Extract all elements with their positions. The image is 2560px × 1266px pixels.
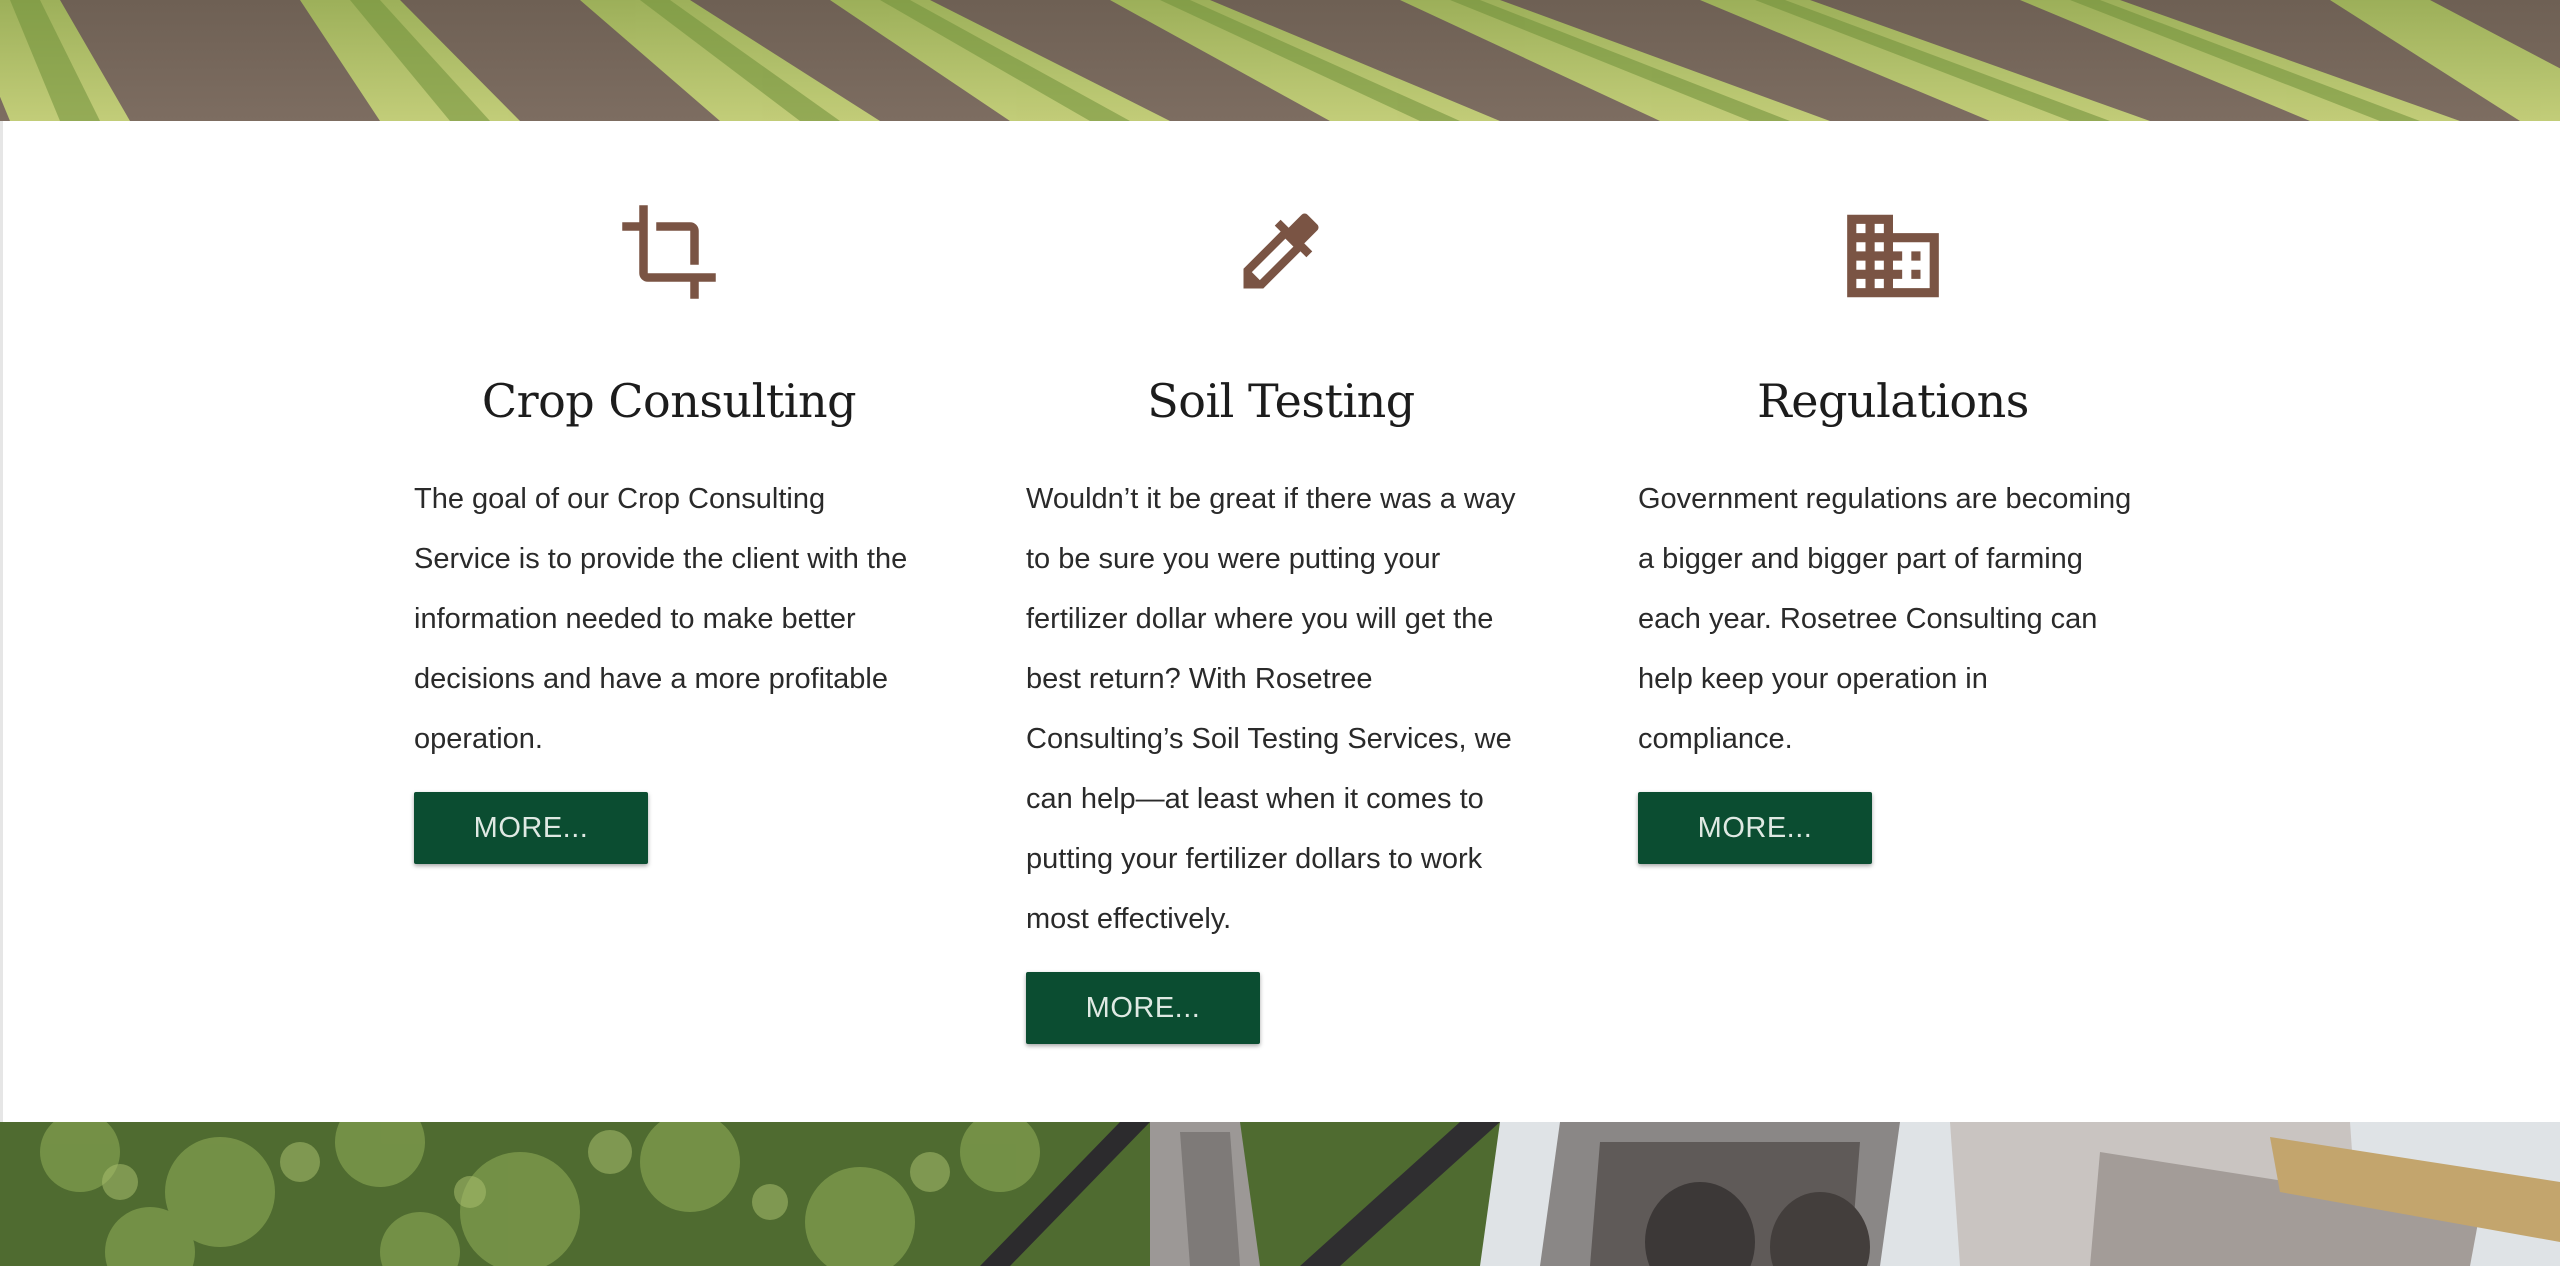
eyedropper-icon (1243, 213, 1319, 289)
service-description: Government regulations are becoming a bi… (1638, 483, 2132, 755)
service-icon-container (1638, 201, 2148, 311)
page-edge-divider (0, 121, 3, 1122)
service-description: The goal of our Crop Consulting Service … (414, 483, 908, 755)
more-button-regulations[interactable]: MORE... (1638, 792, 1872, 864)
service-description: Wouldn’t it be great if there was a way … (1026, 483, 1516, 935)
bottom-banner-image (0, 1122, 2560, 1266)
farm-machinery-photo (0, 1122, 2560, 1266)
service-icon-container (414, 201, 924, 311)
service-title: Soil Testing (1147, 374, 1415, 428)
service-title: Crop Consulting (481, 374, 857, 428)
building-icon (1847, 214, 1939, 298)
more-button-soil-testing[interactable]: MORE... (1026, 972, 1260, 1044)
service-title: Regulations (1757, 374, 2029, 428)
crop-field-rows-photo (0, 0, 2560, 121)
more-button-crop-consulting[interactable]: MORE... (414, 792, 648, 864)
top-banner-image (0, 0, 2560, 121)
services-section: Crop Consulting The goal of our Crop Con… (0, 121, 2560, 1122)
service-icon-container (1026, 201, 1536, 311)
crop-icon (622, 205, 716, 299)
